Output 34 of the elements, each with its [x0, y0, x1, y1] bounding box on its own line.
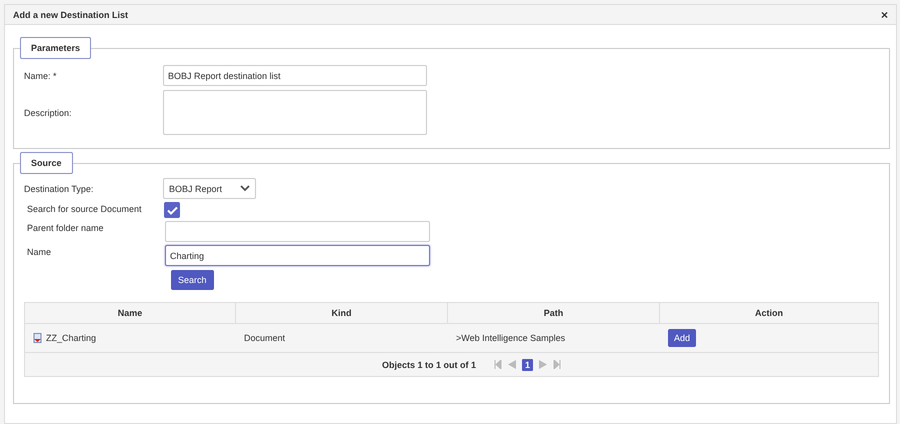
table-cell: Document [244, 333, 286, 343]
window-title: Add a new Destination List [13, 10, 128, 20]
close-button[interactable]: × [880, 8, 888, 22]
checkbox[interactable] [164, 202, 180, 218]
section-legend: Source [20, 152, 73, 174]
search-button[interactable]: Search [171, 270, 214, 290]
pagination-summary: Objects 1 to 1 out of 1 [382, 360, 476, 370]
field-label: Name [26, 247, 52, 257]
chevron-icon [240, 185, 250, 192]
table-cell: ZZ_Charting [46, 333, 96, 343]
add-button[interactable]: Add [668, 329, 696, 347]
description-field[interactable] [163, 90, 427, 135]
column-header: Action [754, 307, 784, 320]
table-cell: >Web Intelligence Samples [456, 333, 566, 343]
document-icon [33, 333, 42, 343]
page-number[interactable]: 1 [522, 358, 534, 370]
parent-folder-input[interactable] [165, 221, 430, 242]
field-label: Parent folder name [26, 223, 105, 233]
field-label: Description: [24, 108, 73, 118]
previous-page-icon[interactable] [508, 360, 516, 369]
column-header: Name [25, 303, 236, 323]
field-label: Search for source Document [26, 204, 143, 214]
field-label: Name: * [24, 70, 58, 80]
column-header: Path [448, 303, 660, 323]
checkmark-icon [166, 206, 178, 214]
field-label: Destination Type: [24, 184, 94, 194]
section-legend: Parameters [20, 37, 92, 59]
name-input[interactable]: Charting [165, 245, 430, 266]
first-page-icon[interactable] [494, 360, 502, 369]
next-page-icon[interactable] [539, 360, 548, 369]
name-input[interactable]: BOBJ Report destination list [163, 65, 427, 86]
destination-type-dropdown[interactable]: BOBJ Report [163, 178, 256, 199]
last-page-icon[interactable] [553, 360, 562, 369]
column-header: Kind [236, 303, 448, 323]
